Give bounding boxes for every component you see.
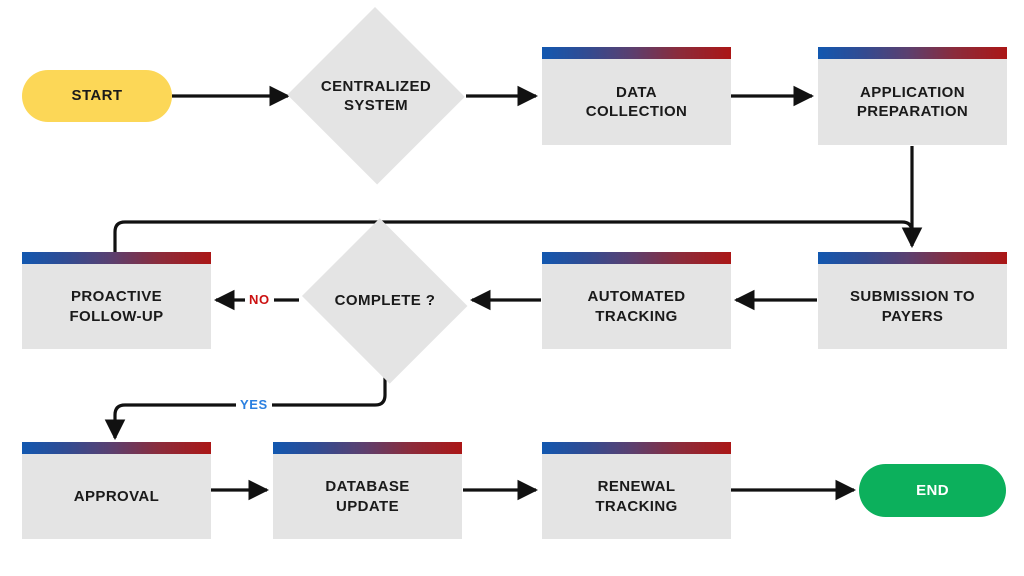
node-data-collection[interactable]: DATA COLLECTION xyxy=(542,47,731,145)
gradient-accent-bar xyxy=(818,47,1007,59)
node-complete-decision-label: COMPLETE ? xyxy=(334,291,436,309)
gradient-accent-bar xyxy=(22,442,211,454)
edge-label-yes: YES xyxy=(236,397,272,412)
node-application-preparation[interactable]: APPLICATION PREPARATION xyxy=(818,47,1007,145)
gradient-accent-bar xyxy=(273,442,462,454)
node-database-update-label: DATABASE UPDATE xyxy=(325,478,410,515)
gradient-accent-bar xyxy=(22,252,211,264)
node-proactive-followup-label: PROACTIVE FOLLOW-UP xyxy=(69,288,164,325)
node-proactive-followup[interactable]: PROACTIVE FOLLOW-UP xyxy=(22,252,211,349)
node-end[interactable]: END xyxy=(859,464,1006,517)
node-renewal-tracking-label: RENEWAL TRACKING xyxy=(595,478,678,515)
gradient-accent-bar xyxy=(542,252,731,264)
gradient-accent-bar xyxy=(542,442,731,454)
node-submission-to-payers-label: SUBMISSION TO PAYERS xyxy=(850,288,975,325)
node-start[interactable]: START xyxy=(22,70,172,122)
node-end-label: END xyxy=(916,481,949,499)
node-complete-decision[interactable]: COMPLETE ? xyxy=(297,217,473,384)
node-renewal-tracking[interactable]: RENEWAL TRACKING xyxy=(542,442,731,539)
edge-label-no: NO xyxy=(245,292,274,307)
node-database-update[interactable]: DATABASE UPDATE xyxy=(273,442,462,539)
node-submission-to-payers[interactable]: SUBMISSION TO PAYERS xyxy=(818,252,1007,349)
node-automated-tracking[interactable]: AUTOMATED TRACKING xyxy=(542,252,731,349)
gradient-accent-bar xyxy=(542,47,731,59)
flowchart-canvas: proactive follow-up --> approval --> NO … xyxy=(0,0,1024,576)
node-start-label: START xyxy=(71,87,123,105)
node-automated-tracking-label: AUTOMATED TRACKING xyxy=(587,288,686,325)
node-centralized-system-label: CENTRALIZED SYSTEM xyxy=(320,77,432,114)
edge-followup-to-submission-loop xyxy=(113,220,914,252)
node-approval-label: APPROVAL xyxy=(73,487,160,505)
node-data-collection-label: DATA COLLECTION xyxy=(585,83,688,120)
node-centralized-system[interactable]: CENTRALIZED SYSTEM xyxy=(286,7,466,185)
node-approval[interactable]: APPROVAL xyxy=(22,442,211,539)
gradient-accent-bar xyxy=(818,252,1007,264)
node-application-preparation-label: APPLICATION PREPARATION xyxy=(856,83,969,120)
